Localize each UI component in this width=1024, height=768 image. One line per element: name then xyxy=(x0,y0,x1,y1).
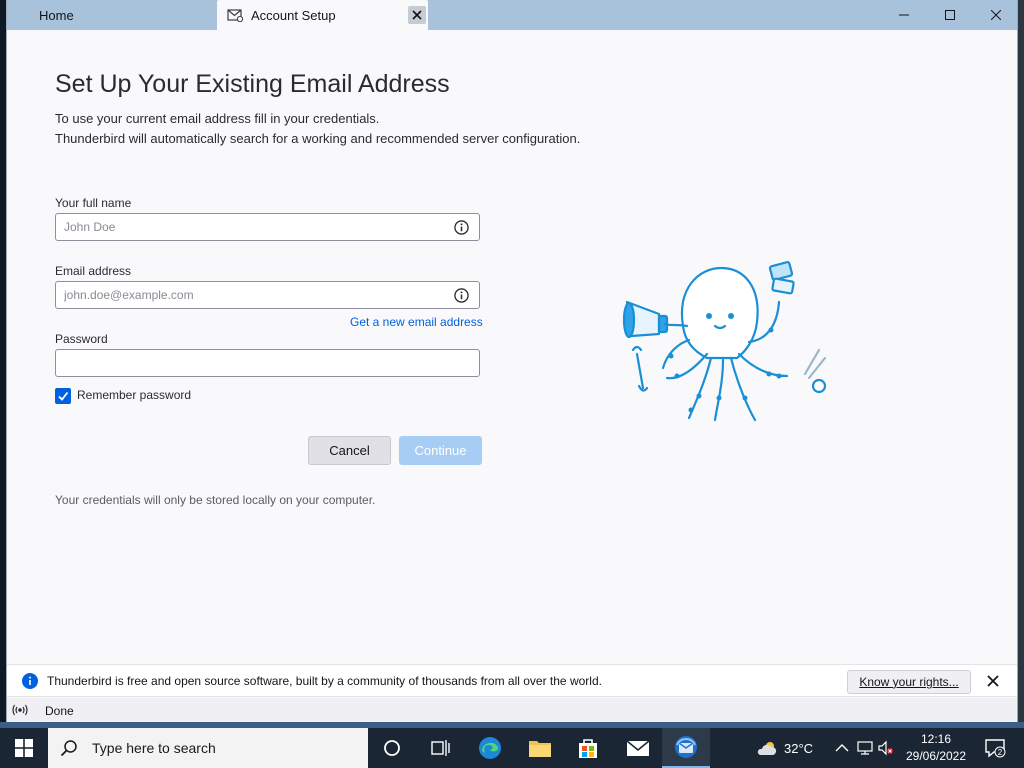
cortana-icon xyxy=(384,740,400,756)
info-icon[interactable] xyxy=(454,220,469,235)
clock-time: 12:16 xyxy=(920,732,952,746)
minimize-icon xyxy=(899,14,909,16)
full-name-field xyxy=(55,213,480,241)
status-bar: Done xyxy=(7,698,1017,722)
edge-taskbar-button[interactable] xyxy=(466,728,514,768)
title-bar: Home Account Setup xyxy=(7,0,1017,30)
cloud-sun-icon xyxy=(757,742,777,755)
chevron-up-icon[interactable] xyxy=(834,740,850,756)
full-name-input[interactable] xyxy=(56,214,479,240)
temperature-text: 32°C xyxy=(784,740,814,756)
continue-button[interactable]: Continue xyxy=(399,436,482,465)
notification-text: Thunderbird is free and open source soft… xyxy=(47,674,602,688)
page-title: Set Up Your Existing Email Address xyxy=(55,70,450,98)
file-explorer-taskbar-button[interactable] xyxy=(516,728,564,768)
task-view-button[interactable] xyxy=(416,728,464,768)
privacy-note: Your credentials will only be stored loc… xyxy=(55,493,376,507)
edge-browser-icon xyxy=(479,737,501,759)
start-button[interactable] xyxy=(0,728,48,768)
maximize-button[interactable] xyxy=(927,0,973,30)
email-input[interactable] xyxy=(56,282,479,308)
volume-muted-icon[interactable] xyxy=(878,740,894,756)
desktop-background xyxy=(1018,0,1024,722)
taskbar: Type here to search 32°C 12:16 29/06/202… xyxy=(0,728,1024,768)
system-clock[interactable]: 12:16 29/06/2022 xyxy=(900,731,972,765)
description-line-2: Thunderbird will automatically search fo… xyxy=(55,131,581,146)
thunderbird-window: Home Account Setup Set Up Your Existing … xyxy=(6,0,1018,722)
close-notification-icon[interactable] xyxy=(985,673,1001,689)
store-taskbar-button[interactable] xyxy=(564,728,612,768)
notification-count: 2 xyxy=(998,748,1003,757)
tab-account-setup-label: Account Setup xyxy=(251,7,336,23)
task-view-icon xyxy=(431,740,450,756)
checkmark-icon xyxy=(58,391,69,401)
get-new-email-link[interactable]: Get a new email address xyxy=(350,315,483,329)
minimize-button[interactable] xyxy=(881,0,927,30)
maximize-icon xyxy=(945,10,955,20)
remember-password-label[interactable]: Remember password xyxy=(77,388,191,402)
description-line-1: To use your current email address fill i… xyxy=(55,111,380,126)
network-icon[interactable] xyxy=(857,740,873,756)
tab-home-label: Home xyxy=(39,7,74,23)
octopus-mascot-illustration xyxy=(622,260,827,422)
email-field xyxy=(55,281,480,309)
close-icon xyxy=(991,10,1001,20)
password-input[interactable] xyxy=(56,350,479,376)
status-text: Done xyxy=(45,704,74,718)
remember-password-checkbox[interactable] xyxy=(55,388,71,404)
search-icon xyxy=(60,740,77,757)
notification-bar: Thunderbird is free and open source soft… xyxy=(7,664,1017,697)
mail-envelope-icon xyxy=(626,740,650,756)
know-your-rights-button[interactable]: Know your rights... xyxy=(847,670,971,694)
tab-home[interactable]: Home xyxy=(7,0,217,30)
thunderbird-taskbar-button[interactable] xyxy=(662,728,710,768)
weather-widget[interactable]: 32°C xyxy=(756,728,813,768)
info-icon xyxy=(22,673,38,689)
store-bag-icon xyxy=(579,739,597,758)
password-field xyxy=(55,349,480,377)
taskbar-search[interactable]: Type here to search xyxy=(48,728,368,768)
password-label: Password xyxy=(55,332,108,346)
online-status-icon[interactable] xyxy=(12,703,28,717)
folder-icon xyxy=(529,741,551,757)
tab-close-icon[interactable] xyxy=(408,6,426,24)
envelope-settings-icon xyxy=(227,7,243,23)
windows-logo-icon xyxy=(15,739,33,757)
close-window-button[interactable] xyxy=(973,0,1019,30)
action-center-icon[interactable]: 2 xyxy=(984,738,1006,758)
mail-taskbar-button[interactable] xyxy=(614,728,662,768)
cortana-button[interactable] xyxy=(368,728,416,768)
account-setup-page: Set Up Your Existing Email Address To us… xyxy=(7,30,1017,664)
tab-account-setup[interactable]: Account Setup xyxy=(217,0,428,30)
clock-date: 29/06/2022 xyxy=(905,749,967,763)
info-icon[interactable] xyxy=(454,288,469,303)
full-name-label: Your full name xyxy=(55,196,132,210)
cancel-button[interactable]: Cancel xyxy=(308,436,391,465)
thunderbird-icon xyxy=(675,736,697,758)
email-label: Email address xyxy=(55,264,132,278)
search-placeholder: Type here to search xyxy=(92,740,216,756)
